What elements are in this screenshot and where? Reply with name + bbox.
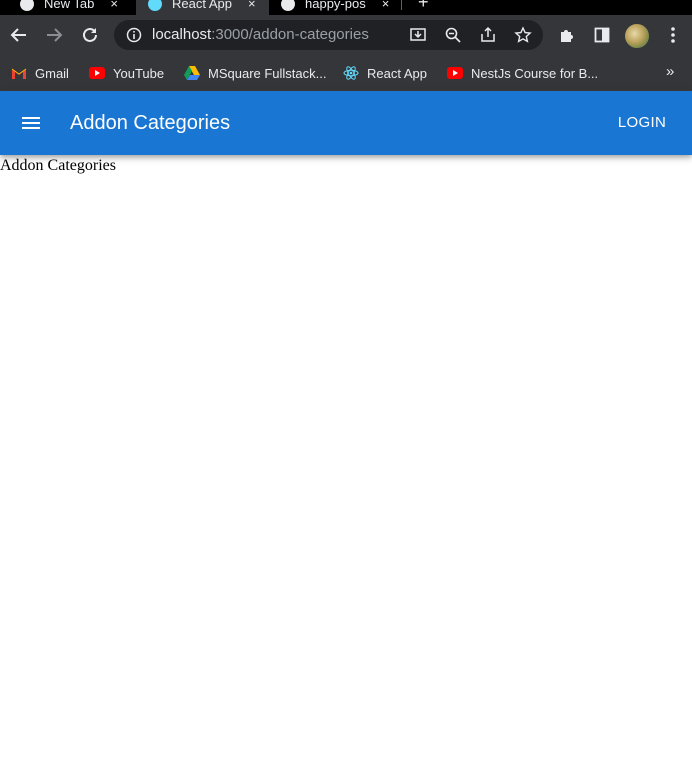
bookmarks-bar: Gmail YouTube MSquare Fullstack... React… <box>0 55 692 91</box>
forward-icon[interactable] <box>42 23 66 47</box>
address-bar[interactable]: localhost:3000/addon-categories <box>114 20 543 50</box>
browser-tab-strip: New Tab × React App × happy-pos × + <box>0 0 692 15</box>
url-text[interactable]: localhost:3000/addon-categories <box>152 26 369 44</box>
page-heading-text: Addon Categories <box>0 157 116 174</box>
google-drive-icon <box>184 65 200 81</box>
browser-toolbar: localhost:3000/addon-categories <box>0 15 692 55</box>
bookmark-label: MSquare Fullstack... <box>208 65 327 81</box>
login-button[interactable]: LOGIN <box>608 113 676 133</box>
tab-label: happy-pos <box>305 0 366 11</box>
url-host: localhost <box>152 26 212 43</box>
reload-icon[interactable] <box>78 23 102 47</box>
react-icon <box>343 65 359 81</box>
url-path: :3000/addon-categories <box>211 26 369 43</box>
extensions-icon[interactable] <box>555 23 579 47</box>
bookmark-gmail[interactable]: Gmail <box>11 63 69 83</box>
bookmark-label: Gmail <box>35 65 69 81</box>
bookmark-label: YouTube <box>113 65 165 81</box>
profile-avatar[interactable] <box>625 24 649 48</box>
site-info-icon[interactable] <box>126 27 142 48</box>
tab-label: New Tab <box>44 0 95 11</box>
bookmark-nestjs-course[interactable]: NestJs Course for B... <box>447 63 598 83</box>
bookmark-star-icon[interactable] <box>511 23 535 47</box>
youtube-icon <box>89 65 105 81</box>
bookmark-msquare[interactable]: MSquare Fullstack... <box>184 63 327 83</box>
install-app-icon[interactable] <box>406 23 430 47</box>
share-icon[interactable] <box>476 23 500 47</box>
page-title: Addon Categories <box>70 112 231 134</box>
menu-button[interactable] <box>14 107 48 139</box>
browser-tab-active[interactable]: React App × <box>136 0 269 15</box>
bookmark-react-app[interactable]: React App <box>343 63 427 83</box>
tab-divider <box>401 0 402 10</box>
tab-label: React App <box>172 0 232 11</box>
github-icon <box>20 0 34 11</box>
bookmarks-overflow-icon[interactable]: » <box>666 63 674 80</box>
tab-close-icon[interactable]: × <box>248 0 256 11</box>
bookmark-youtube[interactable]: YouTube <box>89 63 164 83</box>
gmail-icon <box>11 65 27 81</box>
bookmark-label: React App <box>367 65 427 81</box>
zoom-icon[interactable] <box>441 23 465 47</box>
tab-close-icon[interactable]: × <box>110 0 118 11</box>
app-bar: Addon Categories LOGIN <box>0 91 692 155</box>
react-icon <box>148 0 162 11</box>
new-tab-button[interactable]: + <box>418 0 429 13</box>
github-icon <box>281 0 295 11</box>
hamburger-menu-icon <box>22 117 40 129</box>
more-menu-icon[interactable] <box>661 23 685 47</box>
tab-close-icon[interactable]: × <box>382 0 390 11</box>
back-icon[interactable] <box>7 23 31 47</box>
youtube-icon <box>447 65 463 81</box>
browser-tab[interactable]: happy-pos × <box>281 0 389 15</box>
browser-tab[interactable]: New Tab × <box>20 0 118 15</box>
side-panel-icon[interactable] <box>590 23 614 47</box>
bookmark-label: NestJs Course for B... <box>471 65 599 81</box>
